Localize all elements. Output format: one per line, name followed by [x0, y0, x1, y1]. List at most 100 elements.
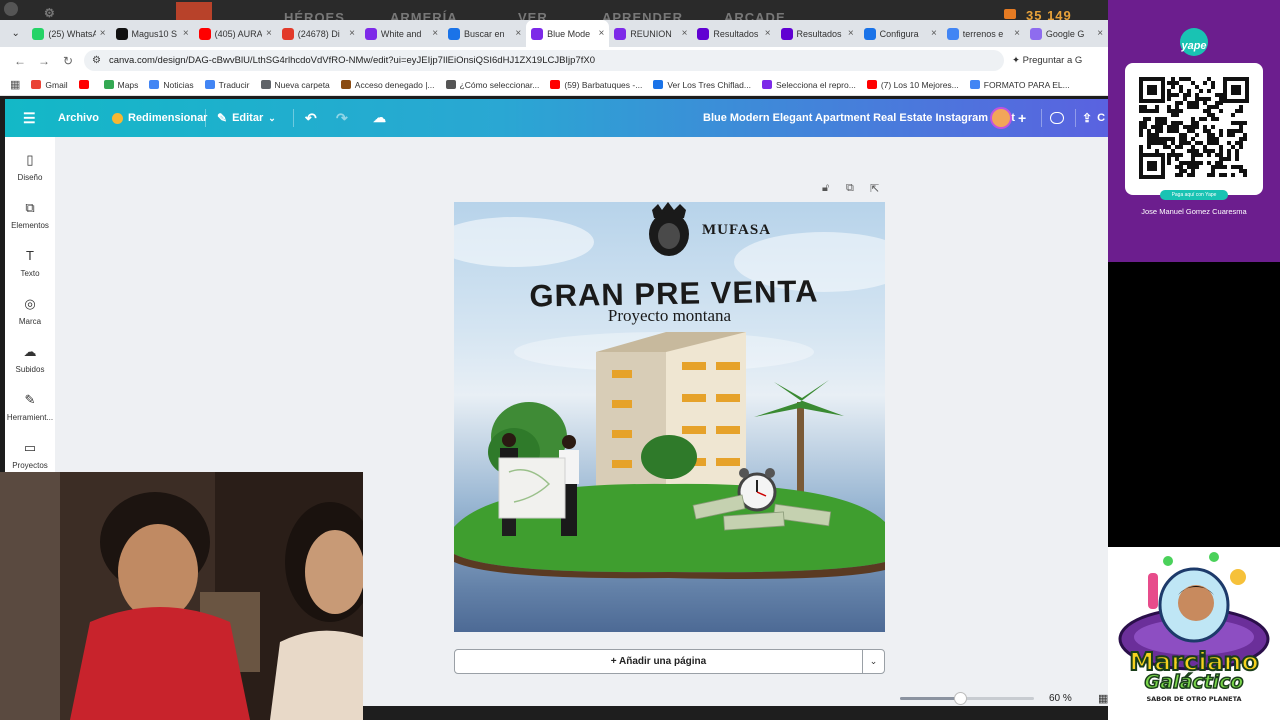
tab-close-icon[interactable]: ×: [598, 28, 604, 39]
redo-icon[interactable]: ↷: [336, 99, 348, 137]
menu-hamburger-icon[interactable]: ☰: [23, 99, 36, 137]
browser-tab[interactable]: Google G ×: [1025, 20, 1108, 47]
bookmark-favicon-icon: [340, 80, 351, 89]
tab-close-icon[interactable]: ×: [765, 28, 771, 39]
add-page-dropdown-icon[interactable]: ⌄: [862, 649, 885, 674]
sidebar-item[interactable]: T Texto: [5, 249, 55, 279]
browser-tab[interactable]: Magus10 S ×: [111, 20, 194, 47]
sidebar-item[interactable]: ▭ Proyectos: [5, 441, 55, 471]
browser-tab[interactable]: Buscar en ×: [443, 20, 526, 47]
forward-arrow-icon[interactable]: →: [32, 54, 56, 68]
tab-close-icon[interactable]: ×: [848, 28, 854, 39]
tab-close-icon[interactable]: ×: [1097, 28, 1103, 39]
site-settings-icon[interactable]: ⚙: [92, 55, 101, 66]
share-button[interactable]: ⇪ C: [1082, 99, 1105, 137]
zoom-level[interactable]: 60 %: [1049, 693, 1072, 704]
sidebar-item[interactable]: ▯ Diseño: [5, 153, 55, 183]
undo-icon[interactable]: ↶: [305, 99, 317, 137]
tab-close-icon[interactable]: ×: [266, 28, 272, 39]
sidebar-item[interactable]: ☁ Subidos: [5, 345, 55, 375]
tab-title: (25) WhatsApp: [48, 28, 96, 39]
tab-favicon-icon: [115, 27, 128, 40]
bookmark-item[interactable]: Maps: [103, 80, 138, 90]
bookmark-favicon-icon: [653, 80, 664, 89]
bookmark-item[interactable]: Acceso denegado |...: [340, 79, 435, 90]
add-page-button[interactable]: + Añadir una página: [454, 649, 863, 674]
tab-close-icon[interactable]: ×: [931, 28, 937, 39]
chevron-down-icon: ⌄: [268, 112, 276, 123]
bookmark-item[interactable]: (7) Los 10 Mejores...: [866, 80, 959, 90]
tab-close-icon[interactable]: ×: [183, 28, 189, 39]
tab-close-icon[interactable]: ×: [432, 28, 438, 39]
page-grid-icon[interactable]: ▦: [1098, 692, 1108, 705]
resize-button[interactable]: Redimensionar: [112, 99, 207, 137]
tab-close-icon[interactable]: ×: [682, 28, 688, 39]
marciano-tagline: SABOR DE OTRO PLANETA: [1146, 695, 1242, 703]
sidebar-item[interactable]: ⧉ Elementos: [5, 201, 55, 231]
design-title-text: Blue Modern Elegant Apartment Real Estat…: [703, 112, 1015, 124]
bookmark-item[interactable]: Selecciona el repro...: [761, 80, 856, 90]
tab-close-icon[interactable]: ×: [349, 28, 355, 39]
reload-icon[interactable]: ↻: [56, 54, 80, 68]
bookmark-item[interactable]: Gmail: [31, 79, 68, 90]
browser-tab[interactable]: Resultados ×: [776, 20, 859, 47]
bookmark-label: Acceso denegado |...: [354, 79, 435, 90]
brand-name: MUFASA: [702, 222, 772, 238]
comment-icon[interactable]: [1050, 99, 1064, 137]
tab-favicon-icon: [281, 27, 294, 40]
sidebar-item[interactable]: ✎ Herramient...: [5, 392, 55, 423]
bookmark-item[interactable]: Ver Los Tres Chiflad...: [653, 80, 751, 90]
add-page-icon[interactable]: ⇱: [870, 182, 879, 195]
bookmark-item[interactable]: Noticias: [149, 80, 194, 90]
edit-button[interactable]: ✎ Editar ⌄: [217, 99, 276, 137]
browser-tab[interactable]: Blue Mode ×: [526, 20, 610, 47]
bookmark-label: (59) Barbatuques -...: [564, 79, 643, 90]
bookmark-item[interactable]: (59) Barbatuques -...: [550, 80, 642, 90]
cloud-saved-icon[interactable]: ☁: [373, 99, 386, 137]
duplicate-page-icon[interactable]: ⧉: [846, 182, 854, 195]
tab-title: (405) AURA: [214, 28, 262, 39]
browser-tab[interactable]: terrenos e ×: [942, 20, 1025, 47]
bookmark-item[interactable]: ¿Cómo seleccionar...: [445, 80, 539, 90]
tab-title: White and: [380, 28, 422, 39]
share-upload-icon: ⇪: [1082, 111, 1093, 125]
apps-grid-icon[interactable]: ▦: [10, 78, 20, 91]
design-title[interactable]: Blue Modern Elegant Apartment Real Estat…: [703, 99, 1015, 137]
tab-close-icon[interactable]: ×: [1014, 28, 1020, 39]
design-page[interactable]: MUFASA GRAN PRE VENTA Proyecto montana: [454, 202, 885, 632]
lock-icon[interactable]: 🔓︎: [822, 182, 829, 195]
game-emblem-icon: [176, 2, 212, 20]
subheadline: Proyecto montana: [607, 306, 732, 325]
tools-icon: ✎: [24, 392, 36, 407]
file-menu-button[interactable]: Archivo: [58, 99, 99, 137]
browser-tab[interactable]: White and ×: [360, 20, 443, 47]
bookmark-item[interactable]: [78, 80, 93, 89]
bookmark-favicon-icon: [969, 80, 980, 89]
bookmark-item[interactable]: Nueva carpeta: [260, 80, 330, 90]
add-page-label: + Añadir una página: [610, 656, 707, 667]
pencil-icon: ✎: [217, 111, 228, 125]
url-field[interactable]: ⚙ canva.com/design/DAG-cBwvBlU/LthSG4rlh…: [84, 50, 1004, 71]
bookmark-item[interactable]: FORMATO PARA EL...: [969, 80, 1070, 90]
ask-gemini-label: Preguntar a G: [1022, 55, 1083, 66]
tab-title: Google G: [1045, 28, 1085, 39]
tab-search-chevron-icon[interactable]: ⌄: [4, 20, 27, 47]
sidebar-item[interactable]: ◎ Marca: [5, 297, 55, 327]
browser-tab[interactable]: (25) WhatsApp ×: [27, 20, 110, 47]
bookmark-favicon-icon: [78, 80, 89, 89]
browser-tab[interactable]: (24678) Di ×: [277, 20, 360, 47]
webcam-image: [0, 472, 363, 720]
back-arrow-icon[interactable]: ←: [8, 54, 32, 68]
bookmark-label: Gmail: [45, 79, 68, 90]
yape-payment-panel: yape Paga aquí con Yape Jose Manuel Gome…: [1108, 0, 1280, 262]
browser-tab[interactable]: (405) AURA ×: [194, 20, 277, 47]
bookmark-item[interactable]: Traducir: [204, 80, 250, 90]
collaborator-avatar[interactable]: [990, 99, 1012, 137]
tab-close-icon[interactable]: ×: [515, 28, 521, 39]
ask-gemini-button[interactable]: ✦ Preguntar a G: [1012, 55, 1082, 66]
add-collaborator-icon[interactable]: +: [1018, 99, 1026, 137]
browser-tab[interactable]: Resultados ×: [692, 20, 775, 47]
browser-tab[interactable]: Configura ×: [859, 20, 942, 47]
tab-close-icon[interactable]: ×: [100, 28, 106, 39]
browser-tab[interactable]: REUNION ×: [609, 20, 692, 47]
